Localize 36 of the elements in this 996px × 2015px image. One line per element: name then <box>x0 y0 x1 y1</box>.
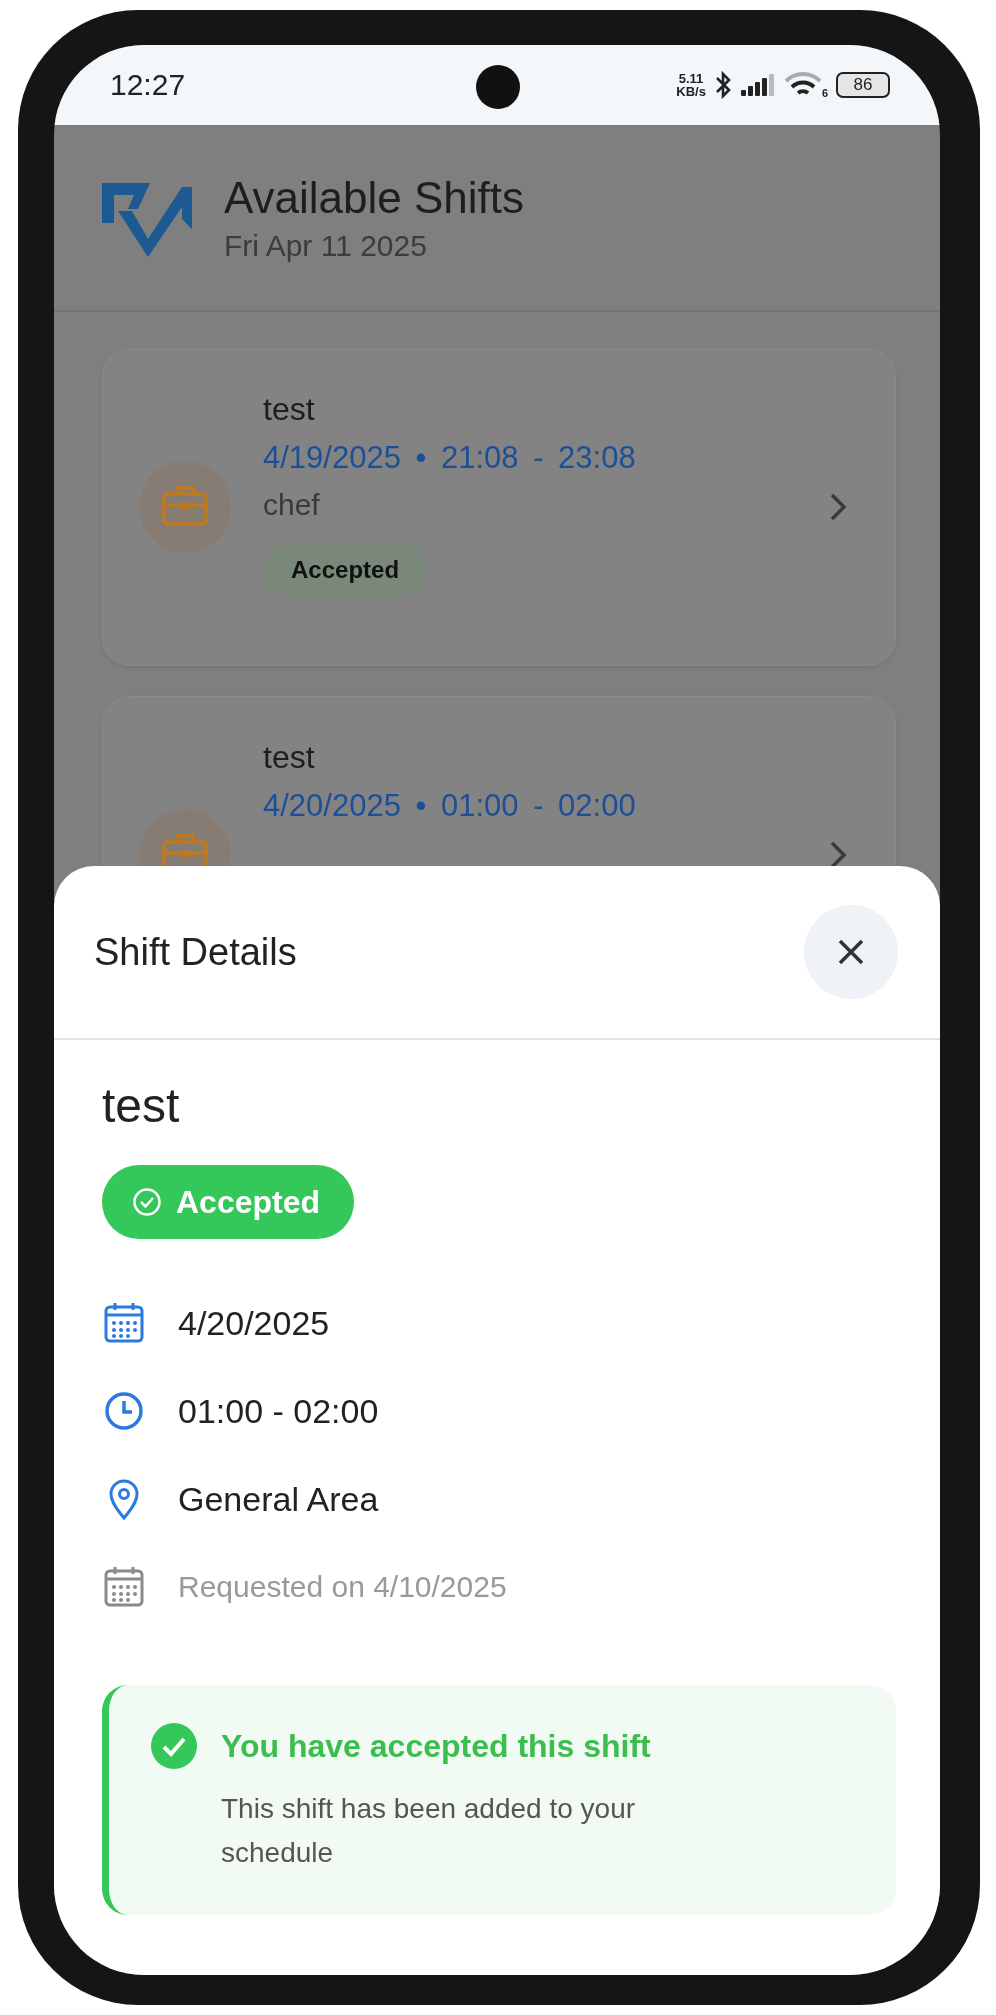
bluetooth-icon <box>713 70 732 100</box>
shift-schedule: 4/19/2025 • 21:08 - 23:08 <box>263 440 637 476</box>
clock-icon <box>104 1391 144 1431</box>
detail-text: General Area <box>178 1479 379 1519</box>
status-badge: Accepted <box>263 544 428 596</box>
signal-icon <box>739 73 776 97</box>
banner-text: This shift has been added to your schedule <box>221 1792 637 1870</box>
shift-role: chef <box>263 488 321 522</box>
status-time: 12:27 <box>110 68 186 102</box>
battery-indicator: 86 <box>836 72 890 98</box>
calendar-icon <box>104 1302 144 1344</box>
banner-title: You have accepted this shift <box>221 1727 652 1766</box>
check-circle-icon <box>151 1723 197 1769</box>
shift-title: test <box>263 739 316 776</box>
calendar-icon <box>104 1566 144 1608</box>
close-icon <box>837 938 865 966</box>
detail-text: Requested on 4/10/2025 <box>178 1570 507 1604</box>
shift-name: test <box>102 1078 181 1133</box>
sheet-title: Shift Details <box>94 930 297 974</box>
page-title: Available Shifts <box>224 172 525 223</box>
chevron-icon <box>829 840 847 866</box>
chevron-icon <box>829 492 847 522</box>
network-unit: KB/s <box>676 85 706 98</box>
check-circle-icon <box>132 1187 162 1217</box>
wifi-label: 6 <box>821 87 828 99</box>
briefcase-icon <box>139 461 231 553</box>
page-date: Fri Apr 11 2025 <box>224 228 428 263</box>
shift-card[interactable]: test 4/19/2025 • 21:08 - 23:08 chef Accepted <box>102 348 896 666</box>
detail-text: 4/20/2025 <box>178 1303 330 1343</box>
shift-schedule: 4/20/2025 • 01:00 - 02:00 <box>263 788 637 824</box>
camera-icon <box>476 65 520 109</box>
status-label: Accepted <box>176 1183 321 1221</box>
detail-text: 01:00 - 02:00 <box>178 1391 379 1431</box>
shift-title: test <box>263 391 316 428</box>
network-speed: 5.11 <box>678 72 704 85</box>
shift-card[interactable]: test 4/20/2025 • 01:00 - 02:00 <box>102 696 896 866</box>
